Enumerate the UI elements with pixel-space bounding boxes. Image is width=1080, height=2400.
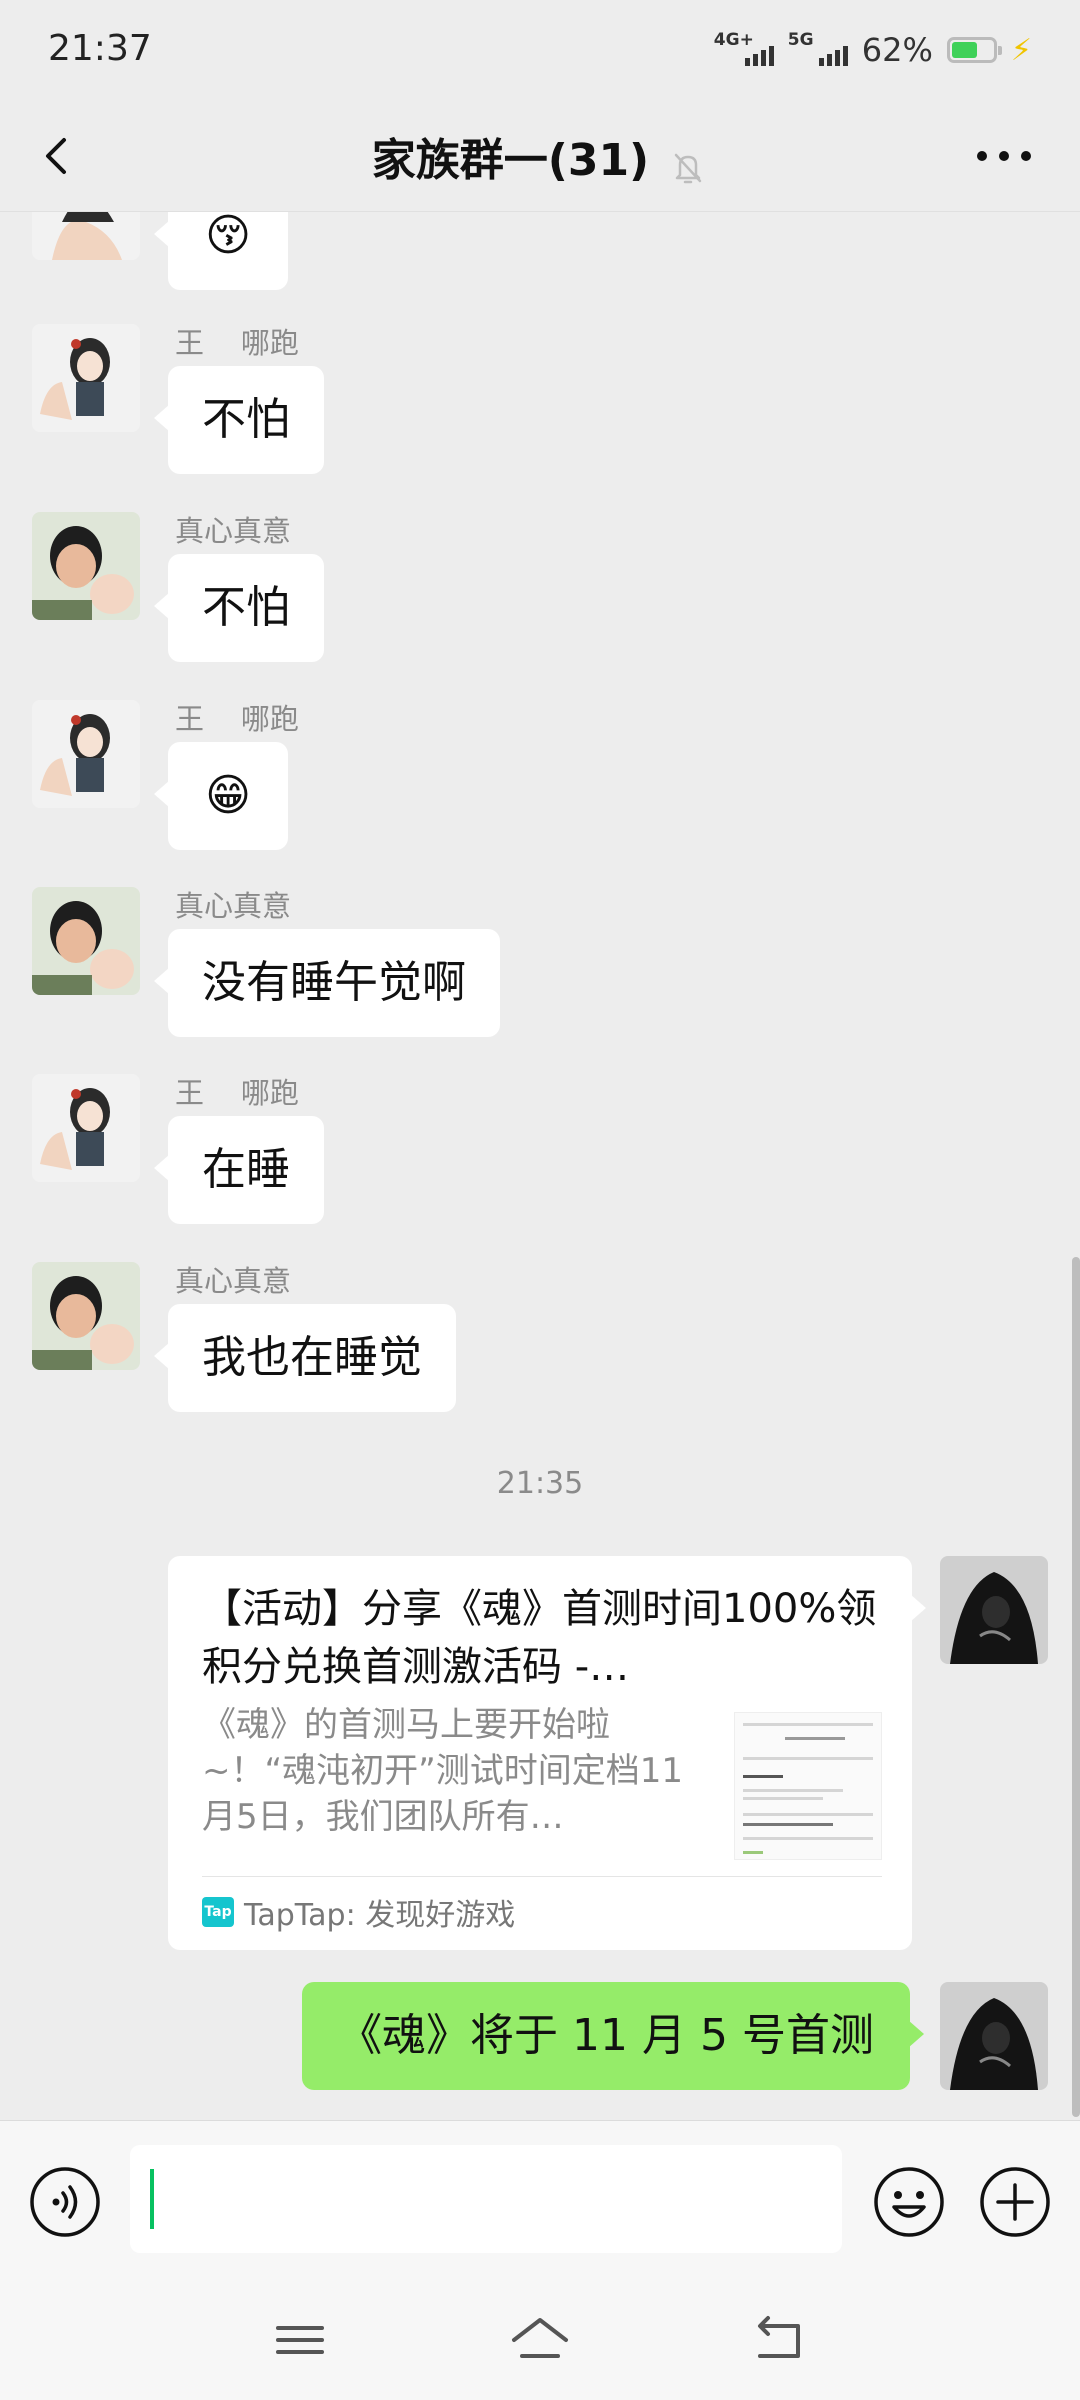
status-bar: 21:37 4G+ 5G 62% ⚡	[0, 0, 1080, 100]
link-card-title: 【活动】分享《魂》首测时间100%领积分兑换首测激活码 -…	[202, 1586, 877, 1690]
emoji-button[interactable]	[872, 2165, 946, 2239]
plus-icon	[980, 2167, 1050, 2237]
link-card-description: 《魂》的首测马上要开始啦~！“魂沌初开”测试时间定档11月5日，我们团队所有…	[202, 1705, 683, 1837]
more-horizontal-icon	[977, 151, 1031, 161]
back-icon	[758, 2316, 800, 2358]
network-4g-icon: 4G+	[714, 30, 774, 70]
voice-icon	[30, 2167, 100, 2237]
emoji-bubble[interactable]: 😁	[154, 742, 288, 850]
link-card-divider	[202, 1876, 882, 1877]
text-bubble[interactable]: 不怕	[154, 366, 324, 474]
sender-name: 王 哪跑	[175, 702, 299, 736]
taptap-logo-icon: Tap	[202, 1897, 234, 1927]
message-timestamp: 21:35	[496, 1466, 584, 1501]
voice-button[interactable]	[28, 2165, 102, 2239]
chat-title-wrap: 家族群一(31)	[0, 124, 1080, 188]
status-time: 21:37	[48, 28, 152, 69]
sender-name: 真心真意	[175, 1264, 292, 1298]
input-bar	[0, 2120, 1080, 2280]
family-photo-avatar[interactable]	[32, 1262, 140, 1370]
chat-title: 家族群一(31)	[371, 135, 650, 186]
scrollbar-thumb[interactable]	[1072, 1257, 1080, 2117]
text-bubble[interactable]: 没有睡午觉啊	[154, 929, 500, 1037]
emoji-bubble[interactable]: 😚	[154, 212, 288, 290]
anime-girl-avatar[interactable]	[32, 700, 140, 808]
dark-figure-avatar[interactable]	[940, 1556, 1048, 1664]
status-indicators: 4G+ 5G 62% ⚡	[714, 30, 1032, 70]
text-bubble[interactable]: 我也在睡觉	[154, 1304, 456, 1412]
emoji-icon	[874, 2167, 944, 2237]
family-photo-avatar[interactable]	[32, 512, 140, 620]
bell-off-icon	[675, 153, 702, 183]
network-5g-label: 5G	[787, 30, 814, 50]
link-card-source: Tap TapTap: 发现好游戏	[202, 1892, 516, 1933]
text-bubble[interactable]: 在睡	[154, 1116, 324, 1224]
message-input[interactable]	[130, 2145, 842, 2253]
family-photo-avatar[interactable]	[32, 887, 140, 995]
system-nav-bar	[0, 2280, 1080, 2400]
link-card-source-label: TapTap: 发现好游戏	[244, 1898, 516, 1933]
sender-name: 王 哪跑	[175, 1076, 299, 1110]
message-list[interactable]: 😚 王 哪跑 不怕 真心真意 不怕 王 哪跑 😁 真心真意 没有睡午觉啊 王 哪…	[0, 212, 1080, 2120]
outgoing-text-bubble[interactable]: 《魂》将于 11 月 5 号首测	[302, 1982, 924, 2090]
sender-name: 真心真意	[175, 889, 292, 923]
home-icon	[512, 2318, 568, 2358]
anime-girl-avatar[interactable]	[32, 324, 140, 432]
menu-button[interactable]	[268, 2310, 332, 2370]
menu-icon	[276, 2326, 324, 2354]
charging-icon: ⚡	[1010, 32, 1032, 68]
link-card-thumbnail	[734, 1712, 882, 1860]
sender-name: 王 哪跑	[175, 326, 299, 360]
network-5g-icon: 5G	[788, 30, 848, 70]
home-button[interactable]	[508, 2310, 572, 2370]
link-card[interactable]: 【活动】分享《魂》首测时间100%领积分兑换首测激活码 -… 《魂》的首测马上要…	[168, 1556, 926, 1950]
dark-figure-avatar[interactable]	[940, 1982, 1048, 2090]
battery-icon	[946, 37, 1002, 63]
anime-girl-avatar[interactable]	[32, 212, 140, 260]
battery-percent: 62%	[861, 31, 933, 69]
chat-header: 家族群一(31)	[0, 100, 1080, 212]
text-bubble[interactable]: 不怕	[154, 554, 324, 662]
back-nav-button[interactable]	[748, 2310, 812, 2370]
text-caret	[150, 2169, 154, 2229]
more-button[interactable]	[972, 140, 1036, 172]
sender-name: 真心真意	[175, 514, 292, 548]
plus-button[interactable]	[978, 2165, 1052, 2239]
anime-girl-avatar[interactable]	[32, 1074, 140, 1182]
